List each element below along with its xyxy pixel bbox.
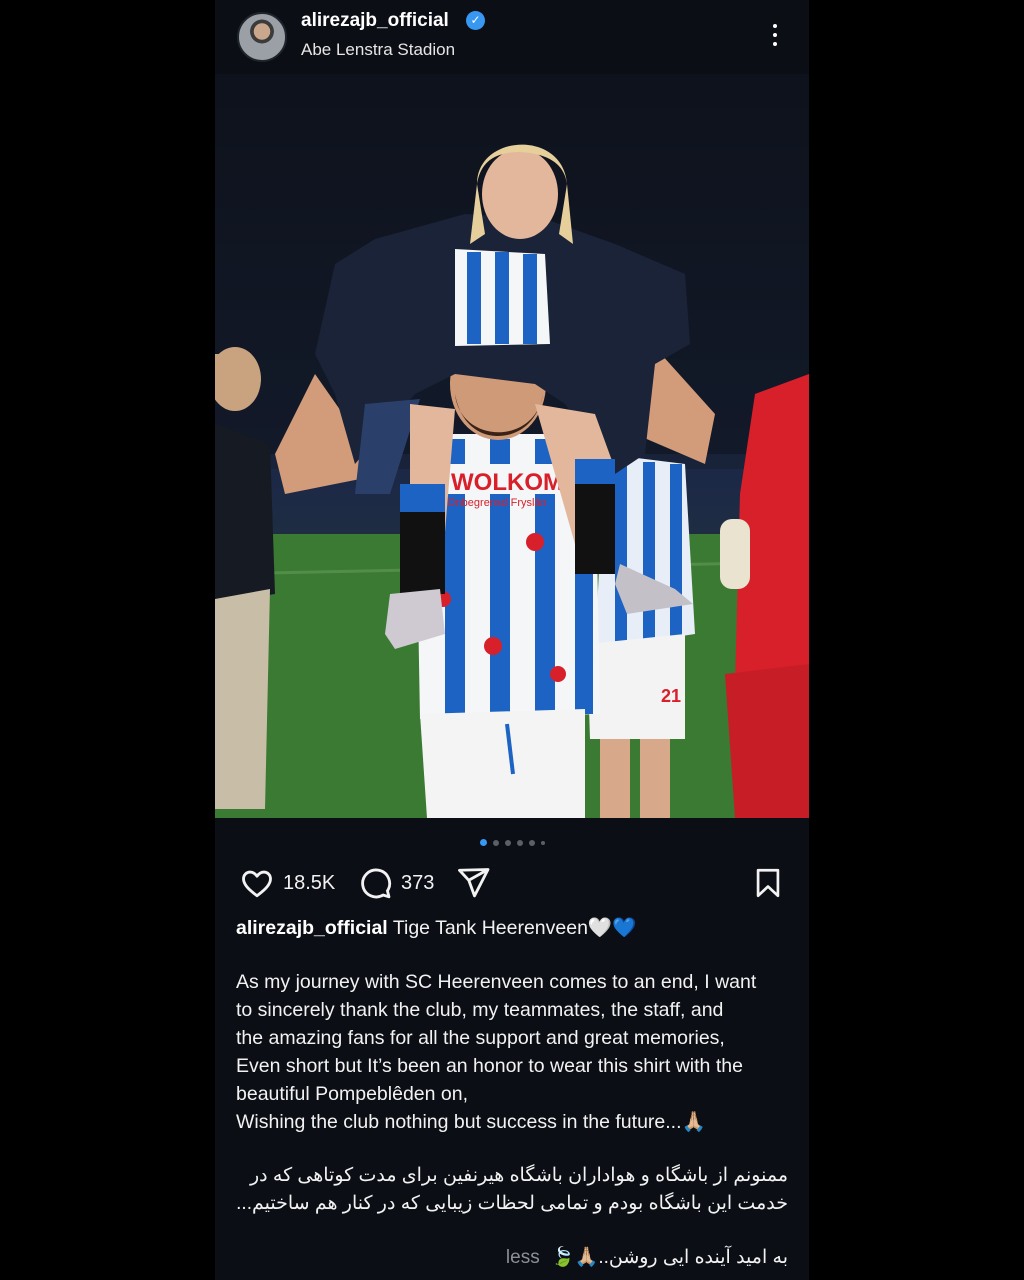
avatar[interactable] (237, 12, 287, 62)
caption-line: As my journey with SC Heerenveen comes t… (236, 971, 757, 993)
post-username[interactable]: alirezajb_official (301, 10, 449, 32)
send-icon (458, 868, 490, 898)
caption-line: Even short but It’s been an honor to wea… (236, 1055, 743, 1077)
post-photo[interactable]: 21 WOLKOM Onbegrensd Fryslân (215, 74, 809, 818)
more-options-icon[interactable] (767, 22, 783, 50)
photo-illustration: 21 WOLKOM Onbegrensd Fryslân (215, 74, 809, 818)
caption-line-fa: به امید آینده ایی روشن..🙏🏼🍃 (551, 1247, 788, 1268)
caption-headline: Tige Tank Heerenveen🤍💙 (392, 917, 637, 939)
carousel-dot[interactable] (492, 839, 499, 846)
carousel-indicator (215, 834, 809, 847)
share-button[interactable] (455, 860, 491, 906)
comment-icon (361, 868, 391, 899)
save-button[interactable] (751, 860, 785, 906)
like-count[interactable]: 18.5K (283, 872, 335, 895)
less-link[interactable]: less (506, 1247, 540, 1268)
post-caption: alirezajb_official Tige Tank Heerenveen🤍… (236, 914, 792, 1272)
carousel-dot[interactable] (504, 839, 511, 846)
caption-persian: ممنونم از باشگاه و هواداران باشگاه هیرنف… (236, 1162, 788, 1218)
comment-count[interactable]: 373 (401, 872, 434, 895)
verified-badge-icon: ✓ (466, 11, 485, 30)
carousel-dot-active[interactable] (479, 839, 487, 847)
caption-english: As my journey with SC Heerenveen comes t… (236, 968, 792, 1136)
caption-line: the amazing fans for all the support and… (236, 1027, 725, 1049)
bookmark-icon (756, 868, 780, 898)
shirt-sponsor-subtext: Onbegrensd Fryslân (447, 497, 547, 509)
caption-line: Wishing the club nothing but success in … (236, 1111, 706, 1133)
like-button[interactable]: 18.5K (239, 860, 335, 906)
post-header: alirezajb_official ✓ Abe Lenstra Stadion (215, 0, 809, 74)
post-location[interactable]: Abe Lenstra Stadion (301, 40, 455, 60)
post-actions: 18.5K 373 (215, 860, 809, 906)
post-container: alirezajb_official ✓ Abe Lenstra Stadion (215, 0, 809, 1280)
carousel-dot[interactable] (540, 840, 545, 845)
caption-line-fa: ممنونم از باشگاه و هواداران باشگاه هیرنف… (249, 1165, 788, 1186)
kit-number: 21 (661, 686, 681, 706)
comment-button[interactable]: 373 (357, 860, 434, 906)
caption-username[interactable]: alirezajb_official (236, 917, 388, 939)
heart-icon (242, 870, 272, 898)
caption-persian-last: به امید آینده ایی روشن..🙏🏼🍃 less (236, 1244, 788, 1272)
carousel-dot[interactable] (528, 839, 535, 846)
caption-line-fa: خدمت این باشگاه بودم و تمامی لحظات زیبای… (236, 1193, 788, 1214)
caption-line: beautiful Pompeblêden on, (236, 1083, 469, 1105)
caption-header: alirezajb_official Tige Tank Heerenveen🤍… (236, 914, 792, 942)
shirt-sponsor-text: WOLKOM (451, 469, 563, 496)
carousel-dot[interactable] (516, 839, 523, 846)
caption-line: to sincerely thank the club, my teammate… (236, 999, 724, 1021)
